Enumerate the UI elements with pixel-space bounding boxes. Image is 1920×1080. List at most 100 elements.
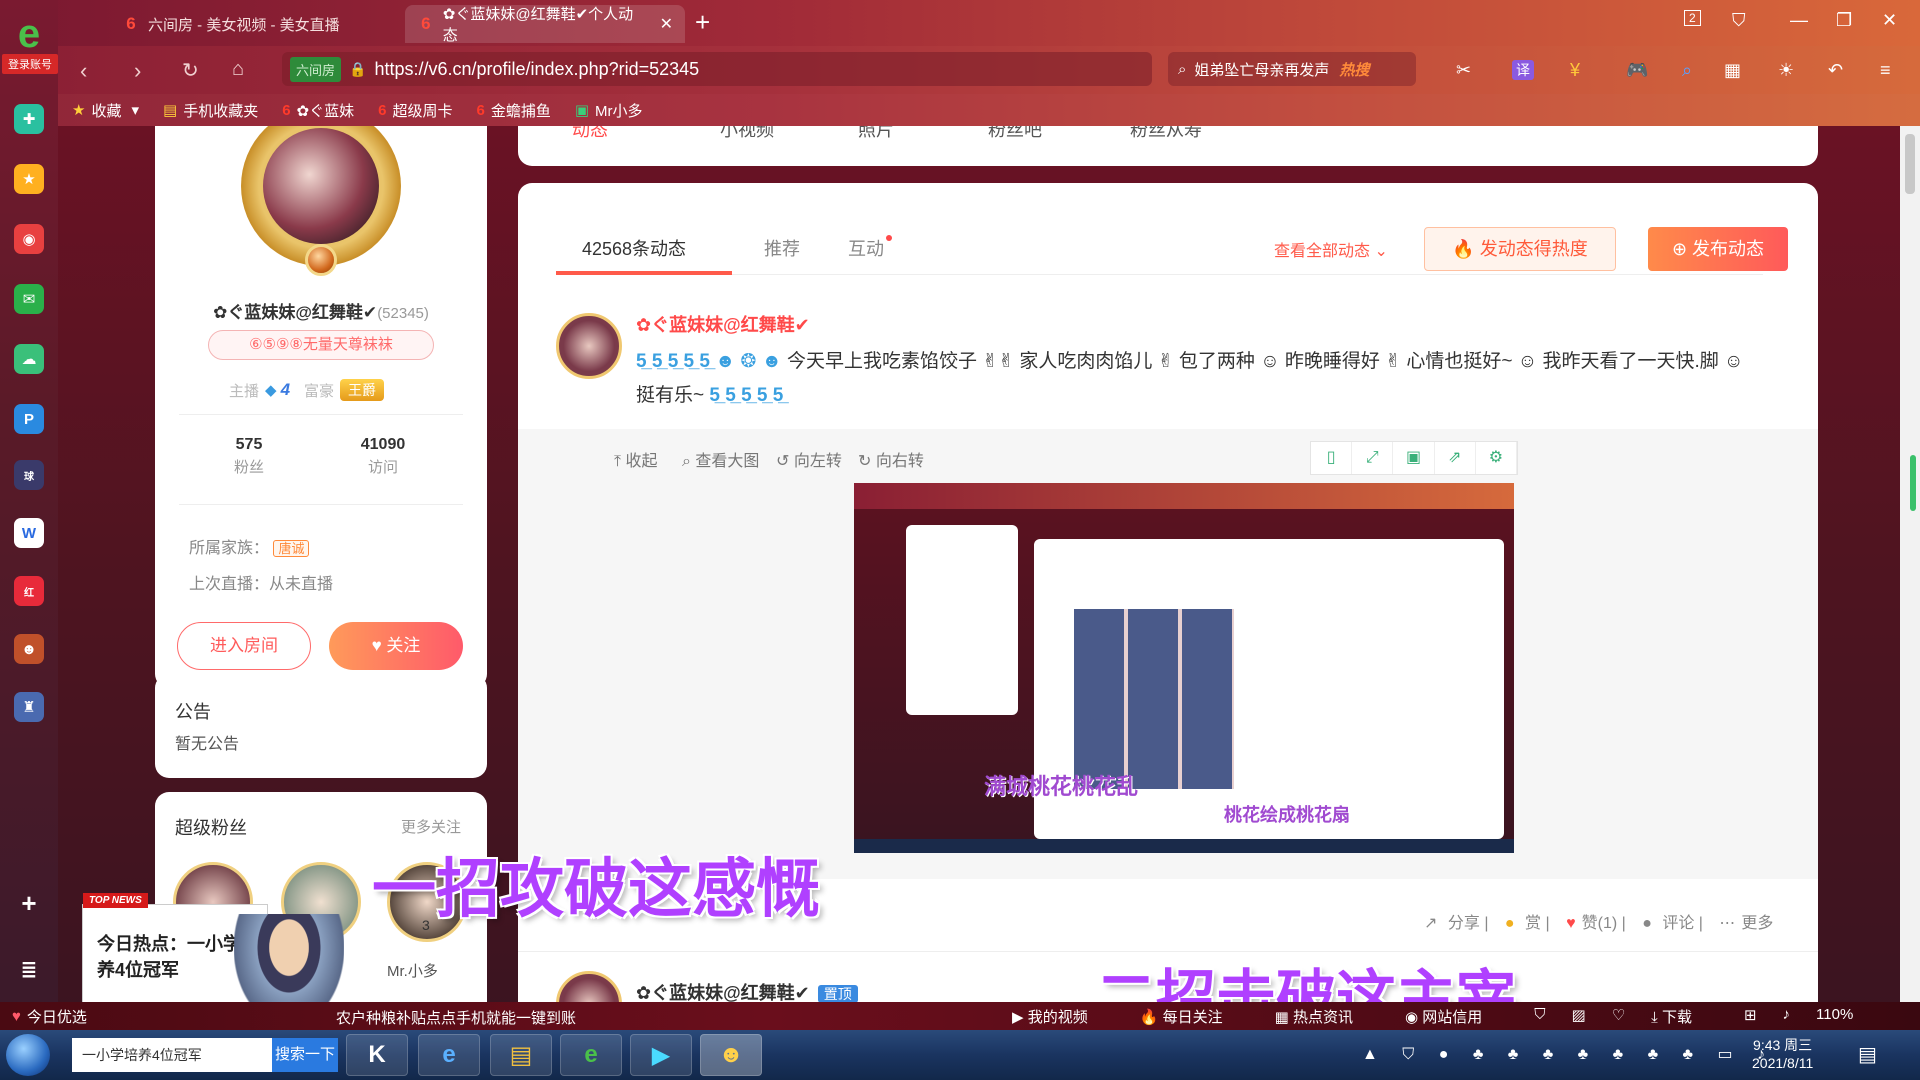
url-input[interactable]: 六间房 🔒 https://v6.cn/profile/index.php?ri… [282, 52, 1152, 86]
media-player-icon[interactable]: ▶ [630, 1034, 692, 1076]
close-tab-icon[interactable]: ✕ [660, 14, 673, 34]
weibo-icon[interactable]: ◉ [14, 224, 44, 254]
hot-news-link[interactable]: ▦ 热点资讯 [1275, 1006, 1379, 1027]
heart-outline-icon[interactable]: ♡ [1612, 1006, 1625, 1027]
rotate-left-button[interactable]: ↺ 向左转 [776, 447, 842, 471]
game-app-icon[interactable]: 球 [14, 460, 44, 490]
folder-icon[interactable]: ▤ [490, 1034, 552, 1076]
back-icon[interactable]: ‹ [80, 58, 87, 84]
game-castle-icon[interactable]: ♜ [14, 692, 44, 722]
tab-fan-bar[interactable]: 粉丝吧 [988, 126, 1042, 142]
xiaohongshu-icon[interactable]: 红 [14, 576, 44, 606]
view-large-button[interactable]: ⌕ 查看大图 [682, 447, 759, 471]
post-author[interactable]: ✿ぐ蓝妹妹@红舞鞋✔ [636, 311, 810, 337]
phone-icon[interactable]: ▯ [1311, 442, 1353, 474]
add-sidebar-icon[interactable]: + [14, 888, 44, 918]
taskbar-search-button[interactable]: 搜索一下 [272, 1038, 338, 1072]
grid-icon[interactable]: ▦ [1724, 60, 1741, 81]
game-character-icon[interactable]: ☻ [14, 634, 44, 664]
gamepad-icon[interactable]: 🎮 [1626, 60, 1648, 81]
tab-photos[interactable]: 照片 [858, 126, 894, 142]
k-app-icon[interactable]: K [346, 1034, 408, 1076]
heat-button[interactable]: 🔥 发动态得热度 [1424, 227, 1616, 271]
share-button[interactable]: ↗ 分享 [1424, 915, 1480, 932]
family-tag[interactable]: 唐诚 [273, 540, 310, 557]
plus-app-icon[interactable]: ✚ [14, 104, 44, 134]
start-button[interactable] [6, 1034, 50, 1076]
rotate-right-button[interactable]: ↻ 向右转 [858, 447, 924, 471]
daily-follow-link[interactable]: 🔥 每日关注 [1140, 1006, 1249, 1027]
minimize-icon[interactable]: — [1790, 10, 1808, 31]
refresh-icon[interactable]: ↻ [182, 58, 199, 83]
tab-fan-birthday[interactable]: 粉丝从寿 [1130, 126, 1202, 142]
bookmark-mr-xiaoduo[interactable]: ▣ Mr小多 [575, 100, 643, 121]
system-tray-icons[interactable]: ▲ ⛉ ● ♣ ♣ ♣ ♣ ♣ ♣ ♣ ▭ ♪ [1362, 1044, 1775, 1064]
search-input[interactable]: ⌕ 姐弟坠亡母亲再发声 热搜 [1168, 52, 1416, 86]
notification-icon[interactable]: ▤ [1858, 1042, 1877, 1067]
zoom-level[interactable]: 110% [1816, 1006, 1853, 1027]
like-button[interactable]: ♥ 赞(1) [1560, 915, 1617, 932]
clock[interactable]: 9:43 周三 2021/8/11 [1752, 1036, 1813, 1072]
avatar[interactable] [263, 128, 379, 244]
my-video-link[interactable]: ▶ 我的视频 [1012, 1006, 1114, 1027]
enter-room-button[interactable]: 进入房间 [177, 622, 311, 670]
tab-interaction[interactable]: 互动 [848, 235, 892, 261]
undo-icon[interactable]: ↶ [1828, 60, 1843, 81]
news-ticker[interactable]: 农户种粮补贴点点手机就能一键到账 [336, 1007, 576, 1028]
forward-icon[interactable]: › [134, 58, 141, 84]
reward-button[interactable]: ● 赏 [1499, 915, 1541, 932]
ie-browser-icon[interactable]: e [418, 1034, 480, 1076]
login-account-button[interactable]: 登录账号 [2, 54, 58, 74]
favorite-star-icon[interactable]: ★ [14, 164, 44, 194]
home-icon[interactable]: ⌂ [232, 58, 244, 81]
tab-short-video[interactable]: 小视频 [720, 126, 774, 142]
window-icon[interactable]: ⊞ [1744, 1006, 1757, 1027]
speaker-icon[interactable]: ♪ [1783, 1006, 1791, 1027]
chat-app-icon[interactable]: ☻ [700, 1034, 762, 1076]
fullscreen-icon[interactable]: ⤢ [1352, 442, 1394, 474]
new-tab-button[interactable]: + [695, 9, 710, 35]
save-icon[interactable]: ▣ [1393, 442, 1435, 474]
bookmark-fish-game[interactable]: 6 金蟾捕鱼 [476, 100, 550, 121]
shirt-icon[interactable]: ⛉ [1732, 10, 1746, 31]
bookmark-weekly-card[interactable]: 6 超级周卡 [378, 100, 452, 121]
magnifier-icon[interactable]: ⌕ [1682, 60, 1692, 81]
coin-icon[interactable]: ¥ [1570, 60, 1580, 81]
settings-icon[interactable]: ⚙ [1476, 442, 1518, 474]
scroll-thumb[interactable] [1905, 134, 1915, 194]
post-image[interactable]: 满城桃花桃花乱 桃花绘成桃花扇 [854, 483, 1514, 853]
image-icon[interactable]: ▨ [1572, 1006, 1586, 1027]
comment-button[interactable]: ● 评论 [1636, 915, 1694, 932]
tab-profile[interactable]: 6 ✿ぐ蓝妹妹@红舞鞋✔个人动态 ✕ [405, 5, 685, 44]
bookmark-favorites[interactable]: ★ 收藏 ▾ [72, 100, 139, 121]
more-button[interactable]: ⋯ 更多 [1713, 915, 1773, 932]
site-credit-link[interactable]: ◉ 网站信用 [1405, 1006, 1508, 1027]
view-all-dynamics[interactable]: 查看全部动态 ⌄ [1274, 237, 1388, 261]
post-avatar[interactable] [556, 313, 622, 379]
tab-recommend[interactable]: 推荐 [764, 235, 800, 261]
mail-icon[interactable]: ✉ [14, 284, 44, 314]
sun-icon[interactable]: ☀ [1778, 60, 1794, 81]
page-scrollbar[interactable] [1900, 126, 1920, 1002]
tab-liujianfang[interactable]: 6 六间房 - 美女视频 - 美女直播 [110, 5, 410, 43]
fan-name[interactable]: Mr.小多 [387, 960, 438, 981]
bookmark-profile[interactable]: 6 ✿ぐ蓝妹 [282, 100, 354, 121]
document-icon[interactable]: W [14, 518, 44, 548]
scissors-icon[interactable]: ✂ [1456, 60, 1471, 81]
download-link[interactable]: ⤓ 下载 [1651, 1006, 1718, 1027]
translate-icon[interactable]: 译 [1512, 60, 1534, 80]
menu-icon[interactable]: ≡ [1880, 60, 1891, 81]
share-icon[interactable]: ⇗ [1435, 442, 1476, 474]
restore-icon[interactable]: ❐ [1836, 10, 1852, 31]
follow-button[interactable]: ♥ 关注 [329, 622, 463, 670]
shield-icon[interactable]: ⛉ [1534, 1006, 1545, 1027]
post-dynamic-button[interactable]: ⊕ 发布动态 [1648, 227, 1788, 271]
cloud-icon[interactable]: ☁ [14, 344, 44, 374]
browser-360-icon[interactable]: e [560, 1034, 622, 1076]
tab-all-dynamics[interactable]: 42568条动态 [582, 235, 686, 261]
list-menu-icon[interactable]: ≣ [14, 954, 44, 984]
collapse-button[interactable]: ⤒ 收起 [614, 447, 658, 471]
close-window-icon[interactable]: ✕ [1882, 10, 1897, 31]
p-app-icon[interactable]: P [14, 404, 44, 434]
fans-stat[interactable]: 575 粉丝 [189, 436, 309, 477]
